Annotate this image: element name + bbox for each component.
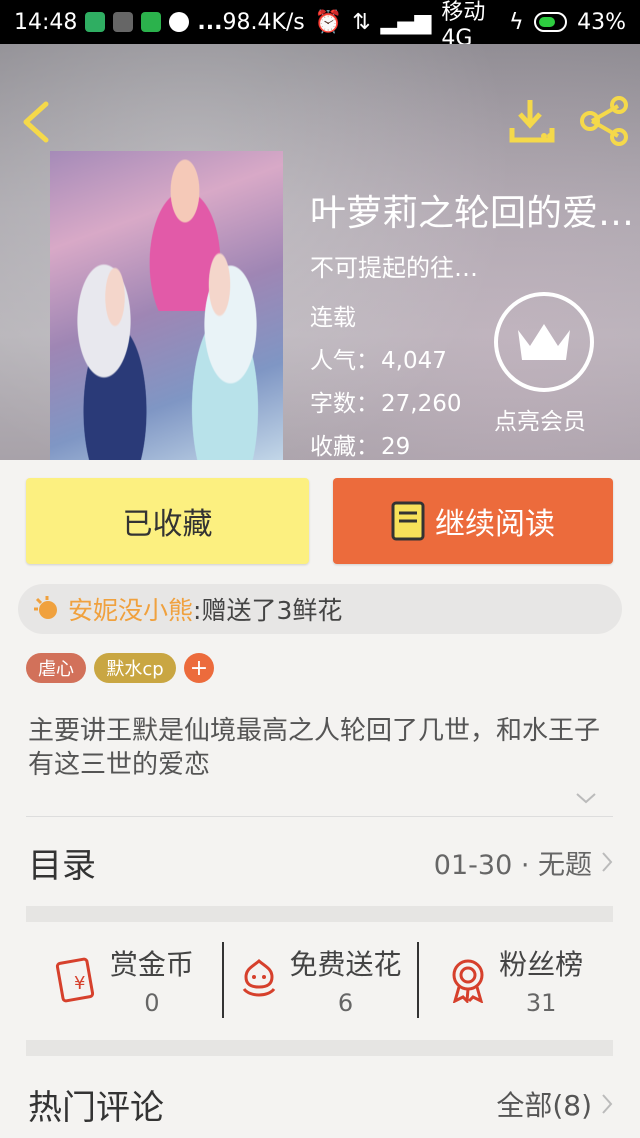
book-title: 叶萝莉之轮回的爱… [310, 193, 635, 234]
word-count-value: 27,260 [381, 391, 462, 417]
back-button[interactable] [16, 100, 56, 144]
divider [26, 816, 613, 817]
collect-label: 收藏： [310, 434, 379, 460]
popularity-label: 人气： [310, 348, 379, 374]
shield-icon [85, 12, 106, 32]
crown-icon [518, 324, 570, 360]
book-cover[interactable] [50, 151, 283, 460]
battery-icon [533, 12, 568, 32]
add-tag-button[interactable]: + [184, 653, 214, 683]
book-icon [391, 501, 425, 541]
download-icon [509, 100, 555, 143]
hot-comments-title: 热门评论 [28, 1087, 164, 1128]
favorited-button[interactable]: 已收藏 [26, 478, 309, 564]
status-bar: 14:48 ... 98.4K/s ⏰ ⇅ ▂▄▆ 移动 4G ϟ 43% [0, 0, 640, 51]
cover-figure [170, 251, 280, 460]
charging-icon: ϟ [509, 9, 524, 35]
status-time: 14:48 [14, 9, 78, 35]
book-header: 叶萝莉之轮回的爱… 不可提起的往… 连载 人气：4,047 字数：27,260 … [0, 44, 640, 460]
gift-user[interactable]: 安妮没小熊 [68, 591, 193, 627]
vip-label: 点亮会员 [494, 409, 586, 435]
share-button[interactable] [578, 96, 630, 146]
stats-bar: ¥ 赏金币 0 免费送花 6 粉丝榜 31 [26, 938, 613, 1022]
battery-percent: 43% [577, 9, 626, 35]
continue-reading-label: 继续阅读 [435, 507, 555, 542]
popularity: 人气：4,047 [310, 341, 447, 375]
cover-figure [60, 261, 170, 460]
red-envelope-icon: ¥ [55, 957, 94, 1003]
section-gap [26, 906, 613, 922]
wechat-icon [141, 12, 162, 32]
word-count: 字数：27,260 [310, 384, 461, 418]
collect-value: 29 [381, 434, 411, 460]
chevron-right-icon [602, 1094, 613, 1114]
flower-icon [242, 959, 275, 997]
all-comments-link[interactable]: 全部(8) [496, 1084, 592, 1124]
hot-comments-row[interactable]: 热门评论 全部(8) [28, 1078, 614, 1130]
download-button[interactable] [508, 98, 556, 144]
reward-coins-value: 0 [144, 989, 160, 1017]
catalog-row[interactable]: 目录 01-30 · 无题 [28, 836, 614, 888]
collect-count: 收藏：29 [310, 427, 410, 460]
fan-ranking[interactable]: 粉丝榜 31 [417, 938, 613, 1022]
app-icon [113, 12, 134, 32]
status-dots: ... [197, 9, 223, 35]
tag-item[interactable]: 虐心 [26, 653, 86, 683]
reward-coins[interactable]: ¥ 赏金币 0 [26, 938, 222, 1022]
serial-status: 连载 [310, 305, 356, 331]
gift-banner[interactable]: 安妮没小熊 :赠送了3鲜花 [18, 584, 622, 634]
data-arrows-icon: ⇅ [352, 9, 371, 35]
section-gap [26, 1040, 613, 1056]
share-icon [580, 96, 628, 146]
expand-button[interactable] [574, 790, 598, 810]
free-flowers[interactable]: 免费送花 6 [221, 938, 418, 1022]
reward-coins-label: 赏金币 [109, 948, 194, 981]
favorited-label: 已收藏 [122, 507, 213, 542]
chevron-right-icon [602, 852, 613, 872]
book-intro: 主要讲王默是仙境最高之人轮回了几世，和水王子有这三世的爱恋 [28, 716, 601, 780]
network-speed: 98.4K/s [222, 9, 305, 35]
tag-item[interactable]: 默水cp [94, 653, 176, 683]
book-subtitle: 不可提起的往… [310, 254, 478, 282]
svg-text:¥: ¥ [74, 973, 85, 994]
signal-icon: ▂▄▆ [380, 9, 432, 35]
alarm-icon: ⏰ [314, 9, 343, 35]
gift-text: :赠送了3鲜花 [193, 596, 343, 625]
free-flowers-value: 6 [337, 989, 354, 1017]
latest-chapter: 01-30 · 无题 [433, 849, 592, 881]
medal-icon [452, 959, 484, 1003]
chevron-down-icon [576, 793, 596, 804]
fan-ranking-label: 粉丝榜 [499, 948, 584, 981]
carrier: 移动 4G [441, 0, 486, 51]
word-count-label: 字数： [310, 391, 379, 417]
vip-button[interactable] [494, 292, 594, 392]
chevron-left-icon [23, 101, 49, 143]
popularity-value: 4,047 [381, 348, 447, 374]
flower-badge-icon [34, 596, 57, 619]
fan-ranking-value: 31 [525, 989, 557, 1017]
catalog-title: 目录 [28, 845, 96, 886]
continue-reading-button[interactable]: 继续阅读 [333, 478, 613, 564]
free-flowers-label: 免费送花 [289, 948, 402, 981]
qq-icon [169, 12, 190, 32]
